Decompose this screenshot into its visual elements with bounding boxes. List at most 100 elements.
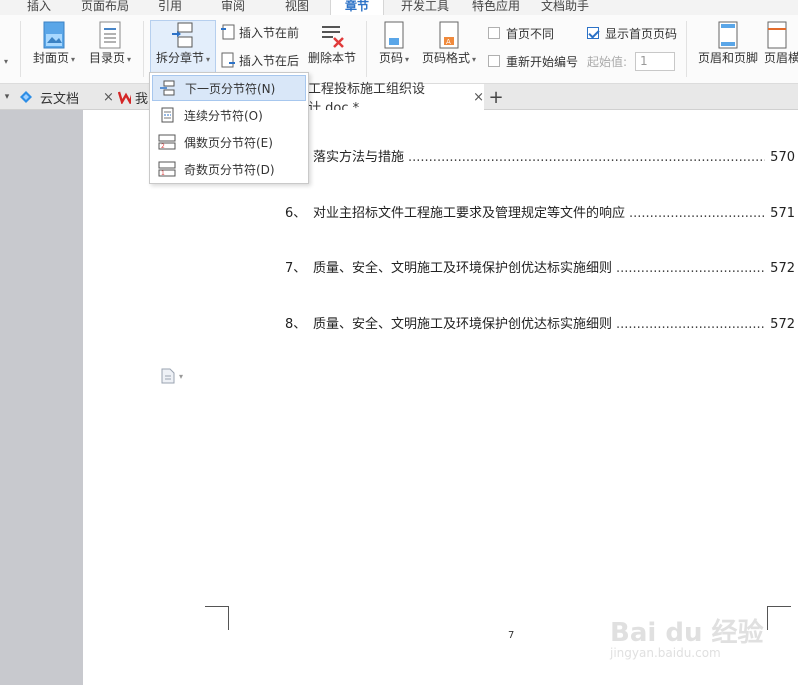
menu-item-label: 下一页分节符(N) <box>185 81 276 96</box>
menu-item-even-page-break[interactable]: 2 偶数页分节符(E) <box>152 129 306 155</box>
delete-section-button[interactable]: 删除本节 <box>306 21 358 65</box>
restart-numbering-checkbox[interactable]: 重新开始编号 <box>488 52 578 70</box>
tab-featured-apps[interactable]: 特色应用 <box>467 0 525 15</box>
menu-item-label: 连续分节符(O) <box>184 108 263 123</box>
menu-item-next-page-break[interactable]: 下一页分节符(N) <box>152 75 306 101</box>
toc-page-button[interactable]: 目录页 ▾ <box>86 21 134 67</box>
separator <box>686 21 687 77</box>
split-section-label: 拆分章节 <box>155 51 204 65</box>
page-corner-mark <box>767 606 791 630</box>
tab-section[interactable]: 章节 <box>330 0 384 15</box>
split-section-button[interactable]: 拆分章节 ▾ <box>150 20 216 73</box>
toc-page-icon <box>99 21 121 49</box>
insert-section-before-label: 插入节在前 <box>239 25 300 40</box>
cloud-doc-icon <box>20 91 32 103</box>
header-horizontal-icon <box>767 21 787 49</box>
delete-section-label: 删除本节 <box>307 51 356 65</box>
ribbon-toolbar: ▾ 封面页 ▾ 目录页 ▾ 拆分章节 ▾ 插入节在前 插入节在后 删除本节 页码… <box>0 15 798 84</box>
separator <box>143 21 144 77</box>
toc-entry-page: 571 <box>770 206 795 221</box>
page-corner-mark <box>205 606 229 630</box>
insert-section-after-button[interactable]: 插入节在后 <box>220 51 299 69</box>
toc-entry-text: 质量、安全、文明施工及环境保护创优达标实施细则 <box>313 317 613 332</box>
toc-entry[interactable]: 6、 对业主招标文件工程施工要求及管理规定等文件的响应 ............… <box>285 202 795 221</box>
insert-after-icon <box>221 52 235 68</box>
menu-item-label: 奇数页分节符(D) <box>184 162 275 177</box>
document-icon <box>161 368 175 384</box>
paste-options-button[interactable]: ▾ <box>161 368 183 384</box>
toc-entry-text: 对业主招标文件工程施工要求及管理规定等文件的响应 <box>313 206 626 221</box>
doc-tab-cloud-label: 云文档 <box>40 91 80 107</box>
page-number-format-button[interactable]: A 页码格式 ▾ <box>418 21 480 67</box>
document-tab-bar: ▾ 云文档 × 我 工程投标施工组织设计.doc * × + <box>0 82 798 116</box>
header-horizontal-label: 页眉横 <box>764 51 798 65</box>
tab-doc-assistant[interactable]: 文档助手 <box>536 0 594 15</box>
show-first-page-number-checkbox[interactable]: 显示首页页码 <box>587 24 677 42</box>
insert-section-after-label: 插入节在后 <box>239 53 300 68</box>
header-footer-label: 页眉和页脚 <box>697 51 758 65</box>
workspace-margin <box>0 110 83 685</box>
menu-item-odd-page-break[interactable]: 1 奇数页分节符(D) <box>152 156 306 182</box>
baidu-watermark-url: jingyan.baidu.com <box>610 646 721 660</box>
toc-leader-dots: ........................................… <box>408 150 765 165</box>
toc-entry-text: 落实方法与措施 <box>313 150 405 165</box>
page-number-button[interactable]: 页码 ▾ <box>374 21 414 67</box>
page-number-label: 页码 <box>378 51 403 65</box>
restart-numbering-label: 重新开始编号 <box>506 54 579 69</box>
delete-section-icon <box>322 26 344 48</box>
cover-page-icon <box>43 21 65 49</box>
toc-page-label: 目录页 <box>88 51 125 65</box>
doc-tab-active[interactable]: 工程投标施工组织设计.doc * × <box>306 82 484 116</box>
toc-leader-dots: ........................................… <box>616 317 765 332</box>
close-icon[interactable]: × <box>103 90 114 105</box>
document-page[interactable]: 落实方法与措施 ................................… <box>83 110 798 685</box>
tab-developer[interactable]: 开发工具 <box>396 0 454 15</box>
tab-review[interactable]: 审阅 <box>216 0 250 15</box>
first-page-different-label: 首页不同 <box>506 26 555 41</box>
insert-section-before-button[interactable]: 插入节在前 <box>220 23 299 41</box>
doc-tab-wps[interactable]: 我 <box>118 84 148 110</box>
cover-page-label: 封面页 <box>32 51 69 65</box>
odd-page-break-icon: 1 <box>158 161 176 177</box>
toc-entry[interactable]: 7、 质量、安全、文明施工及环境保护创优达标实施细则 .............… <box>285 257 795 276</box>
toc-entry[interactable]: 落实方法与措施 ................................… <box>285 146 795 165</box>
show-first-page-number-check-icon[interactable] <box>587 27 599 39</box>
menu-item-continuous-break[interactable]: 连续分节符(O) <box>152 102 306 128</box>
cover-page-button[interactable]: 封面页 ▾ <box>30 21 78 67</box>
restart-numbering-check-icon[interactable] <box>488 55 500 67</box>
page-number-format-label: 页码格式 <box>421 51 470 65</box>
add-tab-icon[interactable]: + <box>486 84 506 110</box>
tab-page-layout[interactable]: 页面布局 <box>76 0 134 15</box>
header-footer-icon <box>718 21 738 49</box>
start-value-input[interactable]: 1 <box>635 51 676 71</box>
toc-leader-dots: ........................................… <box>629 206 765 221</box>
baidu-watermark: Bai du 经验 <box>610 618 764 648</box>
tab-insert[interactable]: 插入 <box>22 0 56 15</box>
next-page-break-icon <box>160 80 175 96</box>
even-page-break-icon: 2 <box>158 134 176 150</box>
chevron-down-icon: ▾ <box>179 371 184 381</box>
page-number-icon <box>384 21 404 49</box>
footer-page-number: 7 <box>508 630 515 641</box>
start-value-group: 起始值: 1 <box>587 51 676 71</box>
toc-entry[interactable]: 8、 质量、安全、文明施工及环境保护创优达标实施细则 .............… <box>285 313 795 332</box>
toc-entry-page: 570 <box>770 150 795 165</box>
split-section-dropdown: 下一页分节符(N) 连续分节符(O) 2 偶数页分节符(E) 1 奇数页分节符(… <box>149 72 309 184</box>
toc-entry-page: 572 <box>770 317 795 332</box>
separator <box>366 21 367 77</box>
first-page-different-checkbox[interactable]: 首页不同 <box>488 24 554 42</box>
toc-leader-dots: ........................................… <box>616 261 765 276</box>
header-horizontal-button[interactable]: 页眉横 <box>764 21 798 65</box>
svg-text:A: A <box>446 38 451 46</box>
doc-tab-cloud[interactable]: 云文档 × <box>18 84 114 110</box>
wps-logo-icon <box>118 91 131 104</box>
close-icon[interactable]: × <box>473 90 484 105</box>
toc-entry-text: 质量、安全、文明施工及环境保护创优达标实施细则 <box>313 261 613 276</box>
tab-references[interactable]: 引用 <box>153 0 187 15</box>
tab-view[interactable]: 视图 <box>280 0 314 15</box>
toc-entry-number: 8、 <box>285 317 307 332</box>
collapsed-group-caret-icon[interactable]: ▾ <box>4 57 8 66</box>
header-footer-button[interactable]: 页眉和页脚 <box>694 21 762 65</box>
tab-list-caret-icon[interactable]: ▾ <box>0 84 14 110</box>
first-page-different-check-icon[interactable] <box>488 27 500 39</box>
